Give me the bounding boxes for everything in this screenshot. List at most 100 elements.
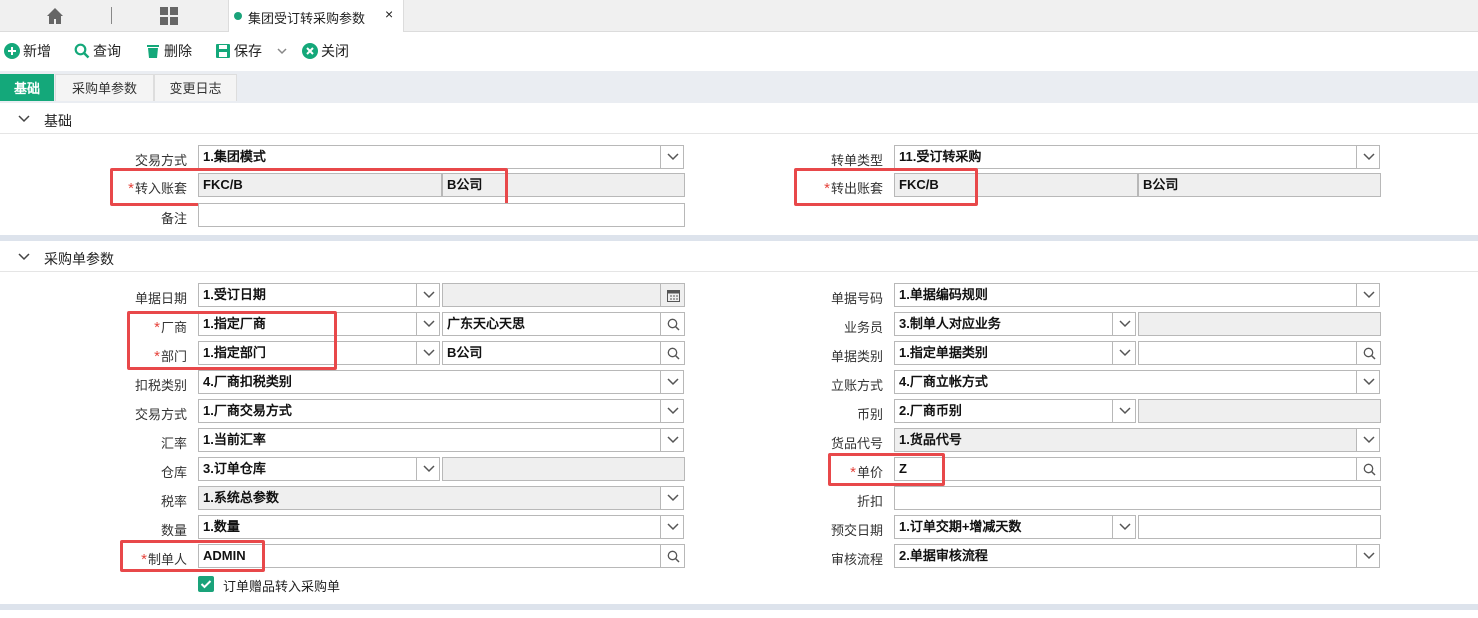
unit-price-search-button[interactable] [1356,457,1381,481]
warehouse-input[interactable] [442,457,685,481]
new-button[interactable]: 新增 [4,42,51,60]
vendor-input[interactable]: 广东天心天思 [442,312,661,336]
doc-category-label: 单据类别 [830,349,883,364]
tax-category-dropdown[interactable] [660,370,684,394]
tab-change-log[interactable]: 变更日志 [154,74,237,101]
chevron-down-icon [667,153,679,161]
tax-rate-dropdown[interactable] [660,486,684,510]
doc-date-input[interactable] [442,283,661,307]
tax-category-select[interactable]: 4.厂商扣税类别 [198,370,661,394]
doc-category-input[interactable] [1138,341,1357,365]
query-button-label: 查询 [93,43,121,59]
creator-input[interactable]: ADMIN [198,544,661,568]
quantity-dropdown[interactable] [660,515,684,539]
close-circle-icon [302,43,318,59]
unit-price-input[interactable]: Z [894,457,1357,481]
salesman-dropdown[interactable] [1112,312,1136,336]
new-button-label: 新增 [23,43,51,59]
creator-search-button[interactable] [660,544,685,568]
dept-search-button[interactable] [660,341,685,365]
dept-label: *部门 [154,348,187,365]
exchange-rate-dropdown[interactable] [660,428,684,452]
section-basic-header[interactable]: 基础 [0,104,1478,134]
approval-dropdown[interactable] [1356,544,1380,568]
doc-date-dropdown[interactable] [416,283,440,307]
doc-category-dropdown[interactable] [1112,341,1136,365]
transfer-type-dropdown[interactable] [1356,145,1380,169]
home-icon[interactable] [45,6,65,26]
out-account-code[interactable]: FKC/B [894,173,1138,197]
salesman-input[interactable] [1138,312,1381,336]
chevron-down-icon[interactable] [276,46,288,56]
delete-button[interactable]: 删除 [145,42,192,60]
warehouse-dropdown[interactable] [416,457,440,481]
tab-separator [111,7,112,24]
trash-icon [147,45,159,58]
required-asterisk: * [141,551,147,568]
delivery-date-select[interactable]: 1.订单交期+增减天数 [894,515,1113,539]
document-tab[interactable]: 集团受订转采购参数 × [228,0,404,32]
doc-number-dropdown[interactable] [1356,283,1380,307]
currency-dropdown[interactable] [1112,399,1136,423]
out-account-name: B公司 [1138,173,1381,197]
purchase-trade-mode-select[interactable]: 1.厂商交易方式 [198,399,661,423]
query-button[interactable]: 查询 [74,42,121,60]
close-button[interactable]: 关闭 [302,42,349,60]
currency-input[interactable] [1138,399,1381,423]
search-icon [1363,463,1376,476]
delete-button-label: 删除 [164,43,192,59]
chevron-down-icon [1119,523,1131,531]
discount-input[interactable] [894,486,1381,510]
account-mode-dropdown[interactable] [1356,370,1380,394]
doc-category-select[interactable]: 1.指定单据类别 [894,341,1113,365]
close-tab-icon[interactable]: × [385,6,393,22]
tab-purchase-params[interactable]: 采购单参数 [55,74,154,101]
doc-date-select[interactable]: 1.受订日期 [198,283,417,307]
save-button[interactable]: 保存 [215,42,262,60]
quantity-select[interactable]: 1.数量 [198,515,661,539]
currency-select[interactable]: 2.厂商币别 [894,399,1113,423]
approval-select[interactable]: 2.单据审核流程 [894,544,1357,568]
purchase-trade-mode-label: 交易方式 [134,407,187,422]
vendor-search-button[interactable] [660,312,685,336]
gift-transfer-checkbox[interactable] [198,576,214,592]
document-tab-title: 集团受订转采购参数 [248,11,366,26]
salesman-select[interactable]: 3.制单人对应业务 [894,312,1113,336]
purchase-trade-mode-dropdown[interactable] [660,399,684,423]
vendor-select[interactable]: 1.指定厂商 [198,312,417,336]
transfer-type-select[interactable]: 11.受订转采购 [894,145,1357,169]
delivery-date-input[interactable] [1138,515,1381,539]
out-account-label: *转出账套 [824,180,883,197]
required-asterisk: * [824,180,830,197]
remark-input[interactable] [198,203,685,227]
vendor-dropdown[interactable] [416,312,440,336]
trade-mode-select[interactable]: 1.集团模式 [198,145,661,169]
apps-grid-icon[interactable] [159,6,179,26]
doc-category-search-button[interactable] [1356,341,1381,365]
goods-code-dropdown[interactable] [1356,428,1380,452]
section-purchase-header[interactable]: 采购单参数 [0,242,1478,272]
in-account-code[interactable]: FKC/B [198,173,442,197]
tab-basic[interactable]: 基础 [0,74,54,101]
exchange-rate-select[interactable]: 1.当前汇率 [198,428,661,452]
vendor-label: *厂商 [154,319,187,336]
unit-price-label: *单价 [850,464,883,481]
calendar-button[interactable] [660,283,685,307]
delivery-date-dropdown[interactable] [1112,515,1136,539]
section-divider [0,604,1478,610]
tax-category-label: 扣税类别 [134,378,187,393]
remark-label: 备注 [160,211,187,226]
chevron-down-icon [667,378,679,386]
dept-dropdown[interactable] [416,341,440,365]
tax-rate-label: 税率 [160,494,187,509]
required-asterisk: * [128,180,134,197]
warehouse-select[interactable]: 3.订单仓库 [198,457,417,481]
trade-mode-dropdown[interactable] [660,145,684,169]
chevron-down-icon [423,465,435,473]
doc-number-select[interactable]: 1.单据编码规则 [894,283,1357,307]
account-mode-select[interactable]: 4.厂商立帐方式 [894,370,1357,394]
dept-select[interactable]: 1.指定部门 [198,341,417,365]
dept-input[interactable]: B公司 [442,341,661,365]
goods-code-select[interactable]: 1.货品代号 [894,428,1357,452]
tax-rate-select[interactable]: 1.系统总参数 [198,486,661,510]
